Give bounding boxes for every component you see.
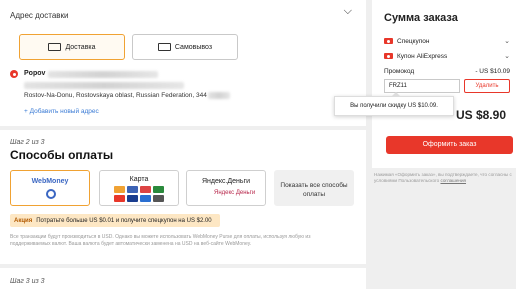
coupon-icon xyxy=(384,53,393,59)
payment-section: Шаг 2 из 3 Способы оплаты WebMoney Карта… xyxy=(0,130,366,264)
mastercard-alt-icon xyxy=(114,195,125,202)
order-total: US $8.90 xyxy=(455,108,506,122)
amex-icon xyxy=(140,195,151,202)
coupon-icon xyxy=(384,38,393,44)
webmoney-label: WebMoney xyxy=(31,178,69,185)
legal-notice: Нажимая «Оформить заказ», вы подтверждае… xyxy=(374,172,514,184)
recipient-name: Popov xyxy=(24,70,46,77)
promo-code-label: Промокод xyxy=(384,68,415,75)
card-label: Карта xyxy=(129,176,149,183)
webmoney-logo-icon xyxy=(46,189,56,199)
order-summary: Сумма заказа Спецкупон ⌄ Купон AliExpres… xyxy=(372,0,516,168)
delivery-option-button[interactable]: Доставка xyxy=(19,34,125,60)
delivery-label: Доставка xyxy=(65,43,96,51)
step-indicator: Шаг 2 из 3 xyxy=(10,139,45,146)
step3-section: Шаг 3 из 3 xyxy=(0,268,366,289)
discount-tooltip: Вы получили скидку US $10.09. xyxy=(334,92,454,116)
address-line: Rostov-Na-Donu, Rostovskaya oblast, Russ… xyxy=(24,92,207,99)
payment-fine-print: Все транзакции будут производиться в USD… xyxy=(10,234,311,247)
show-all-payments-button[interactable]: Показать все способы оплаты xyxy=(274,170,354,206)
aliexpress-coupon-label: Купон AliExpress xyxy=(397,53,448,60)
mir-icon xyxy=(153,186,164,193)
payment-title: Способы оплаты xyxy=(10,148,114,162)
show-all-label: Показать все способы оплаты xyxy=(280,182,348,198)
promo-tag: Акция xyxy=(14,217,33,224)
promo-code-input[interactable]: FRZ11 xyxy=(384,79,460,93)
yandex-money-logo: Яндекс Деньги xyxy=(214,190,256,196)
payment-card[interactable]: Карта xyxy=(99,170,179,206)
chevron-down-icon[interactable]: ⌄ xyxy=(504,37,510,45)
yandex-label: Яндекс.Деньги xyxy=(201,178,251,185)
terms-link[interactable]: соглашения xyxy=(440,178,466,183)
mastercard-icon xyxy=(114,186,125,193)
pickup-option-button[interactable]: Самовывоз xyxy=(132,34,238,60)
summary-title: Сумма заказа xyxy=(384,12,458,24)
redacted-street xyxy=(24,82,184,89)
special-coupon-label: Спецкупон xyxy=(397,38,430,45)
payment-yandex-money[interactable]: Яндекс.Деньги Яндекс Деньги xyxy=(186,170,266,206)
applepay-icon xyxy=(153,195,164,202)
maestro-icon xyxy=(127,186,138,193)
delivery-address-section: Адрес доставки ⌵ Доставка Самовывоз Popo… xyxy=(0,0,366,126)
visa-icon xyxy=(127,195,138,202)
truck-icon xyxy=(48,43,62,51)
delete-promo-button[interactable]: Удалить xyxy=(464,79,510,93)
location-pin-icon xyxy=(10,70,18,78)
place-order-button[interactable]: Оформить заказ xyxy=(386,136,513,154)
payment-webmoney[interactable]: WebMoney xyxy=(10,170,90,206)
redacted-zip xyxy=(208,92,230,99)
redacted-name xyxy=(48,71,158,78)
store-icon xyxy=(157,43,171,51)
promo-text: Потратьте больше US $0.01 и получите спе… xyxy=(36,217,212,224)
step-indicator: Шаг 3 из 3 xyxy=(10,278,45,285)
chevron-down-icon[interactable]: ⌵ xyxy=(344,5,352,18)
section-title: Адрес доставки xyxy=(10,11,69,20)
pickup-label: Самовывоз xyxy=(174,43,213,51)
chevron-down-icon[interactable]: ⌄ xyxy=(504,52,510,60)
add-address-link[interactable]: + Добавить новый адрес xyxy=(24,108,99,115)
promo-banner: Акция Потратьте больше US $0.01 и получи… xyxy=(10,214,220,227)
promo-discount: - US $10.09 xyxy=(475,68,510,75)
jcb-icon xyxy=(140,186,151,193)
